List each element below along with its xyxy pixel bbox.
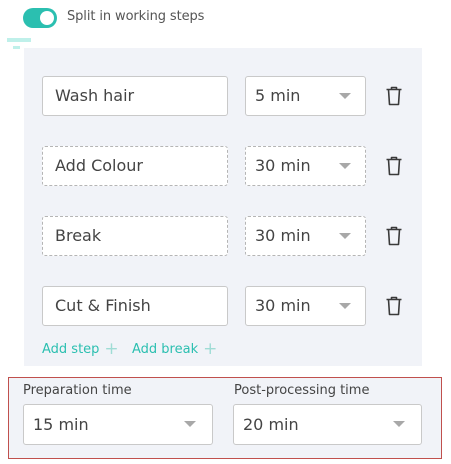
preparation-time-value: 15 min [33,415,89,434]
chevron-down-icon [339,163,351,169]
step-name-text: Break [55,226,102,245]
step-duration-text: 30 min [255,226,311,245]
step-duration-select[interactable]: 30 min [245,286,366,326]
plus-icon: + [203,339,218,359]
trash-icon[interactable] [385,156,403,176]
step-name-text: Add Colour [55,156,143,175]
step-duration-text: 5 min [255,86,301,105]
step-name-text: Cut & Finish [55,296,151,315]
step-duration-select[interactable]: 30 min [245,216,366,256]
preparation-time-select[interactable]: 15 min [23,404,213,445]
split-steps-toggle[interactable] [23,8,57,28]
toggle-label: Split in working steps [67,9,205,24]
teal-mark [7,38,31,42]
add-break-label: Add break [132,342,199,357]
chevron-down-icon [339,233,351,239]
post-processing-time-label: Post-processing time [234,383,370,398]
step-name-input[interactable]: Break [42,216,228,256]
chevron-down-icon [339,303,351,309]
chevron-down-icon [393,421,405,427]
step-name-text: Wash hair [55,86,135,105]
step-duration-text: 30 min [255,296,311,315]
chevron-down-icon [339,93,351,99]
trash-icon[interactable] [385,86,403,106]
step-duration-select[interactable]: 5 min [245,76,366,116]
add-step-label: Add step [42,342,100,357]
chevron-down-icon [184,421,196,427]
step-name-input[interactable]: Add Colour [42,146,228,186]
trash-icon[interactable] [385,226,403,246]
add-step-link[interactable]: Add step + [42,338,119,359]
preparation-time-label: Preparation time [23,383,132,398]
step-duration-select[interactable]: 30 min [245,146,366,186]
step-duration-text: 30 min [255,156,311,175]
step-name-input[interactable]: Wash hair [42,76,228,116]
plus-icon: + [104,339,119,359]
trash-icon[interactable] [385,296,403,316]
teal-mark [13,46,20,49]
post-processing-time-value: 20 min [243,415,299,434]
toggle-knob [40,11,54,25]
step-name-input[interactable]: Cut & Finish [42,286,228,326]
add-break-link[interactable]: Add break + [132,338,218,359]
post-processing-time-select[interactable]: 20 min [233,404,422,445]
